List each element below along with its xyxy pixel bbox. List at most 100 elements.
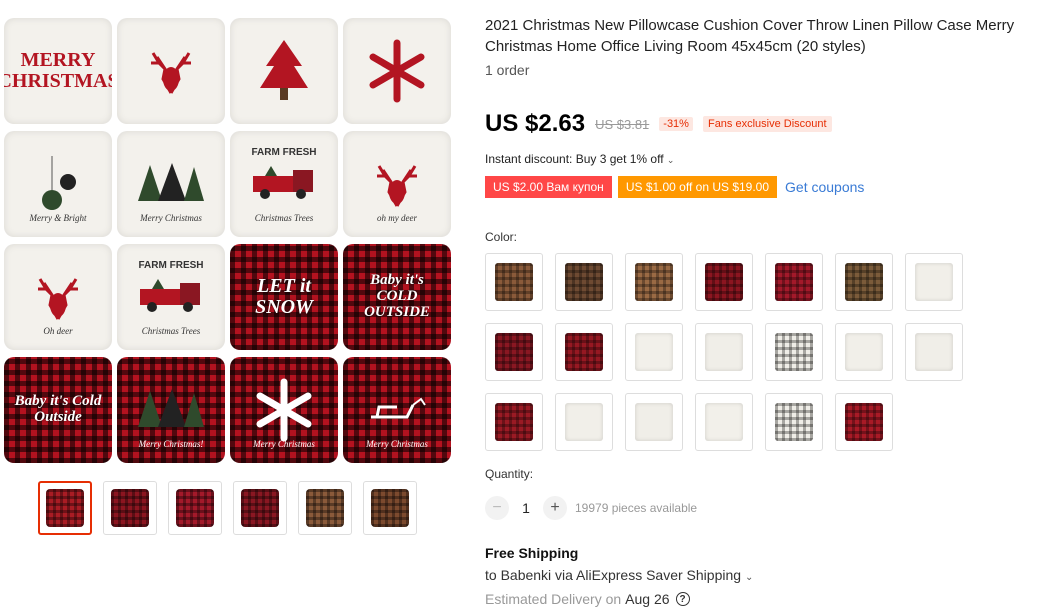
color-swatch[interactable] xyxy=(765,323,823,381)
swatch-image xyxy=(915,333,953,371)
sleigh-icon xyxy=(367,395,427,425)
pillow-image: MERRY CHRISTMAS xyxy=(4,18,112,124)
get-coupons-link[interactable]: Get coupons xyxy=(785,179,864,195)
pillow-image: Merry Christmas xyxy=(117,131,225,237)
thumbnail-image xyxy=(111,489,149,527)
swatch-image xyxy=(705,333,743,371)
thumbnail-plaid-let-it-snow[interactable] xyxy=(103,481,157,535)
help-icon[interactable]: ? xyxy=(675,592,690,606)
quantity-input[interactable]: 1 xyxy=(509,500,543,516)
color-swatch[interactable] xyxy=(835,253,893,311)
swatch-image xyxy=(845,333,883,371)
swatch-image xyxy=(915,263,953,301)
deer-head-icon xyxy=(369,156,425,212)
pillow-image: LET it SNOW xyxy=(230,244,338,350)
truck-icon xyxy=(249,166,319,202)
quantity-stepper: − 1 + 19979 pieces available xyxy=(485,496,697,520)
snowflake-icon xyxy=(252,378,316,442)
color-swatch[interactable] xyxy=(625,323,683,381)
chevron-down-icon: ⌄ xyxy=(666,155,675,165)
truck-icon xyxy=(136,279,206,315)
delivery-prefix: Estimated Delivery on xyxy=(485,591,622,607)
chevron-down-icon: ⌄ xyxy=(744,572,754,583)
swatch-image xyxy=(565,263,603,301)
swatch-image xyxy=(635,403,673,441)
quantity-label: Quantity: xyxy=(485,467,534,481)
color-swatch[interactable] xyxy=(555,323,613,381)
swatch-image xyxy=(775,333,813,371)
pillow-image xyxy=(230,18,338,124)
color-swatch[interactable] xyxy=(625,253,683,311)
pillow-image: Merry Christmas! xyxy=(117,357,225,463)
christmas-tree-icon xyxy=(256,36,312,106)
color-swatch[interactable] xyxy=(695,393,753,451)
pillow-caption: oh my deer xyxy=(377,213,417,223)
swatch-image xyxy=(565,403,603,441)
coupon-select[interactable]: US $1.00 off on US $19.00 xyxy=(617,176,778,198)
pillow-image: FARM FRESH Christmas Trees xyxy=(230,131,338,237)
instant-discount[interactable]: Instant discount: Buy 3 get 1% off ⌄ xyxy=(485,152,674,166)
swatch-image xyxy=(775,263,813,301)
color-swatch[interactable] xyxy=(905,323,963,381)
color-swatch[interactable] xyxy=(695,323,753,381)
swatch-image xyxy=(635,263,673,301)
pillow-caption: Christmas Trees xyxy=(141,326,201,336)
thumbnail-burlap-truck[interactable] xyxy=(298,481,352,535)
pillow-heading: FARM FRESH xyxy=(251,147,317,158)
color-swatch[interactable] xyxy=(905,253,963,311)
thumbnail-image xyxy=(46,489,84,527)
pillow-image xyxy=(343,18,451,124)
delivery-date: Aug 26 xyxy=(625,591,670,607)
quantity-increase-button[interactable]: + xyxy=(543,496,567,520)
pillow-image: Merry Christmas xyxy=(343,357,451,463)
pillow-caption: Merry Christmas xyxy=(253,439,315,449)
thumbnail-plaid-snowflakes[interactable] xyxy=(168,481,222,535)
color-swatch[interactable] xyxy=(485,393,543,451)
main-product-image[interactable]: MERRY CHRISTMAS Merry & Bright Merry Chris… xyxy=(4,18,456,464)
thumbnail-image xyxy=(241,489,279,527)
quantity-decrease-button[interactable]: − xyxy=(485,496,509,520)
thumbnail-collage[interactable] xyxy=(38,481,92,535)
deer-head-icon xyxy=(143,43,199,99)
coupon-row: US $2.00 Вам купон US $1.00 off on US $1… xyxy=(485,176,864,198)
color-swatch[interactable] xyxy=(765,393,823,451)
pillow-image: Merry Christmas xyxy=(230,357,338,463)
swatch-image xyxy=(495,403,533,441)
swatch-image xyxy=(635,333,673,371)
shipping-title: Free Shipping xyxy=(485,545,579,561)
deer-head-icon xyxy=(30,269,86,325)
shipping-method-text: to Babenki via AliExpress Saver Shipping xyxy=(485,567,742,583)
original-price: US $3.81 xyxy=(595,116,650,132)
estimated-delivery: Estimated Delivery on Aug 26 ? xyxy=(485,591,690,607)
thumbnail-plaid-trees[interactable] xyxy=(233,481,287,535)
color-swatch[interactable] xyxy=(835,323,893,381)
coupon-store[interactable]: US $2.00 Вам купон xyxy=(485,176,612,198)
pillow-image: Oh deer xyxy=(4,244,112,350)
pillow-heading: FARM FRESH xyxy=(138,260,204,271)
thumbnail-burlap-reindeer[interactable] xyxy=(363,481,417,535)
instant-discount-text: Instant discount: Buy 3 get 1% off xyxy=(485,152,664,166)
color-swatch[interactable] xyxy=(485,323,543,381)
ornaments-icon xyxy=(38,156,78,212)
swatch-image xyxy=(495,333,533,371)
color-swatch[interactable] xyxy=(555,393,613,451)
pillow-image: Baby it's COLD OUTSIDE xyxy=(343,244,451,350)
color-swatch[interactable] xyxy=(765,253,823,311)
swatch-image xyxy=(845,403,883,441)
pillow-caption: Christmas Trees xyxy=(254,213,314,223)
color-swatch[interactable] xyxy=(625,393,683,451)
discount-badge: -31% xyxy=(659,117,693,131)
fans-discount-badge: Fans exclusive Discount xyxy=(702,116,832,132)
color-swatch[interactable] xyxy=(695,253,753,311)
thumbnail-strip xyxy=(38,481,417,535)
color-swatch[interactable] xyxy=(835,393,893,451)
current-price: US $2.63 xyxy=(485,110,586,137)
color-swatch[interactable] xyxy=(555,253,613,311)
pillow-caption: Oh deer xyxy=(43,326,73,336)
color-swatch[interactable] xyxy=(485,253,543,311)
shipping-method[interactable]: to Babenki via AliExpress Saver Shipping… xyxy=(485,567,753,583)
thumbnail-image xyxy=(371,489,409,527)
trees-icon xyxy=(136,161,206,207)
swatch-image xyxy=(705,263,743,301)
pillow-text: LET it SNOW xyxy=(255,275,313,318)
